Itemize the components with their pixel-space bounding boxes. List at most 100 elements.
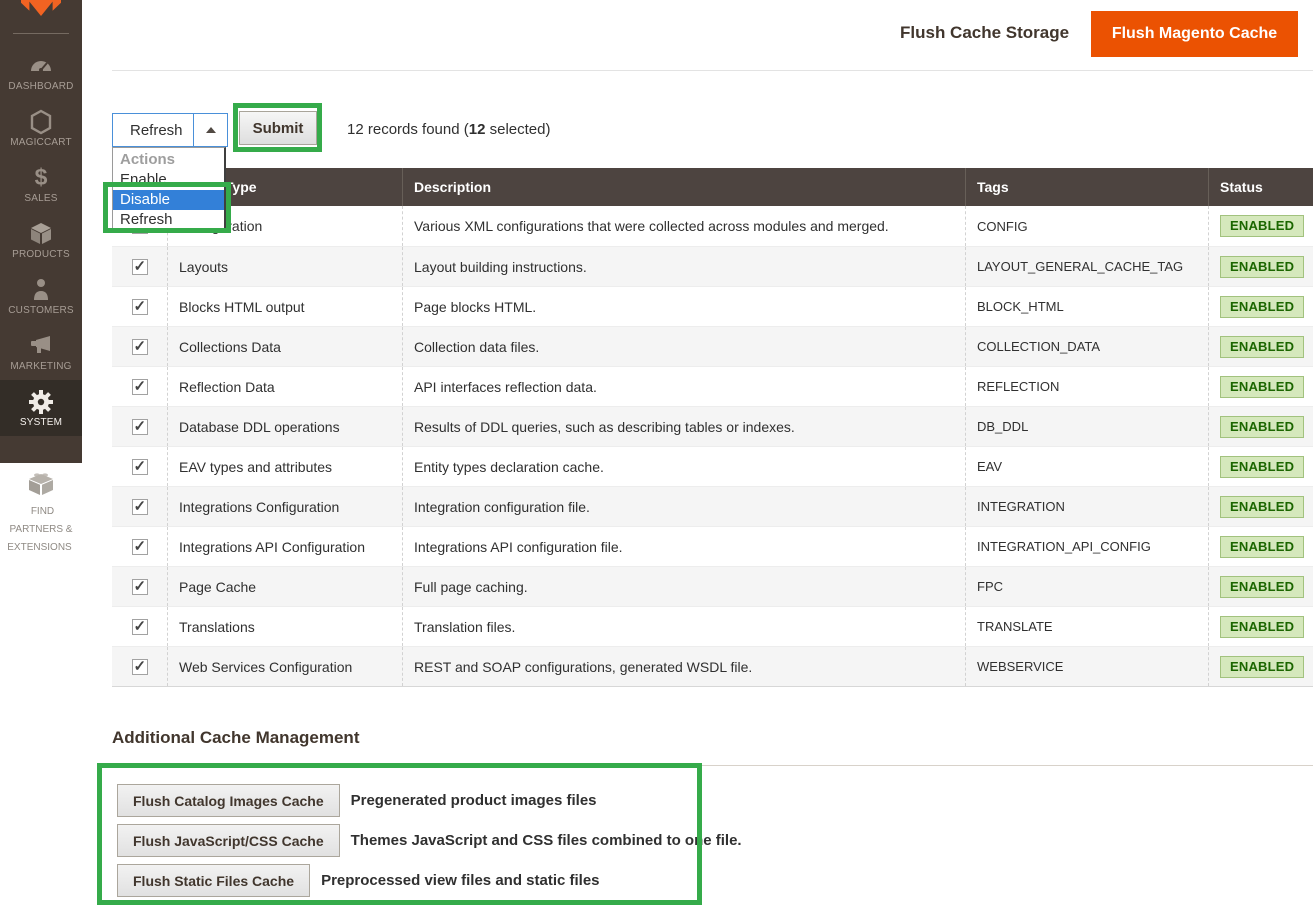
flush-static-files-button[interactable]: Flush Static Files Cache [117,864,310,897]
sidebar-item-products[interactable]: PRODUCTS [0,212,82,268]
row-checkbox[interactable] [132,299,148,315]
dropdown-group-label: Actions [113,150,224,170]
person-icon [2,277,80,301]
magento-logo[interactable] [21,0,61,16]
cache-type-cell: Page Cache [167,567,402,606]
box-icon [2,221,80,245]
cache-type-cell: Integrations API Configuration [167,527,402,566]
table-row: Integrations Configuration Integration c… [112,486,1313,526]
sidebar-item-dashboard[interactable]: DASHBOARD [0,44,82,100]
gear-icon [2,389,80,413]
tags-cell: CONFIG [965,206,1208,246]
dollar-icon: $ [2,165,80,189]
dropdown-option-disable[interactable]: Disable [113,190,224,210]
flush-static-files-row: Flush Static Files Cache Preprocessed vi… [117,864,600,897]
sidebar-item-label: CUSTOMERS [2,305,80,316]
row-checkbox[interactable] [132,259,148,275]
column-header-status[interactable]: Status [1208,168,1313,206]
flush-catalog-images-description: Pregenerated product images files [351,792,597,809]
row-checkbox[interactable] [132,579,148,595]
tags-cell: BLOCK_HTML [965,287,1208,326]
submit-button[interactable]: Submit [239,111,317,145]
cache-type-cell: Database DDL operations [167,407,402,446]
row-checkbox[interactable] [132,379,148,395]
description-cell: Entity types declaration cache. [402,447,965,486]
sidebar-menu: DASHBOARD MAGICCART $ SALES PRODUCTS CUS… [0,44,82,436]
table-row: Translations Translation files. TRANSLAT… [112,606,1313,646]
description-cell: Layout building instructions. [402,247,965,286]
table-row: Reflection Data API interfaces reflectio… [112,366,1313,406]
admin-sidebar: DASHBOARD MAGICCART $ SALES PRODUCTS CUS… [0,0,82,463]
status-badge: ENABLED [1220,536,1304,558]
sidebar-item-label: SYSTEM [2,417,80,428]
flush-js-css-description: Themes JavaScript and CSS files combined… [351,832,742,849]
tags-cell: TRANSLATE [965,607,1208,646]
sidebar-item-label: MAGICCART [2,137,80,148]
status-badge: ENABLED [1220,215,1304,237]
row-checkbox[interactable] [132,499,148,515]
section-divider [690,765,1313,766]
cache-type-cell: Collections Data [167,327,402,366]
status-badge: ENABLED [1220,296,1304,318]
status-badge: ENABLED [1220,336,1304,358]
description-cell: Collection data files. [402,327,965,366]
column-header-description[interactable]: Description [402,168,965,206]
row-checkbox[interactable] [132,619,148,635]
header-divider [112,70,1313,71]
sidebar-item-system[interactable]: SYSTEM [0,380,82,436]
description-cell: Translation files. [402,607,965,646]
tags-cell: WEBSERVICE [965,647,1208,686]
tags-cell: COLLECTION_DATA [965,327,1208,366]
row-checkbox[interactable] [132,539,148,555]
sidebar-item-find-partners[interactable]: FIND PARTNERS & EXTENSIONS [0,470,82,555]
tags-cell: EAV [965,447,1208,486]
status-badge: ENABLED [1220,576,1304,598]
sidebar-item-magiccart[interactable]: MAGICCART [0,100,82,156]
flush-js-css-button[interactable]: Flush JavaScript/CSS Cache [117,824,340,857]
tags-cell: INTEGRATION_API_CONFIG [965,527,1208,566]
column-header-tags[interactable]: Tags [965,168,1208,206]
tags-cell: FPC [965,567,1208,606]
table-row: Blocks HTML output Page blocks HTML. BLO… [112,286,1313,326]
row-checkbox[interactable] [132,339,148,355]
description-cell: REST and SOAP configurations, generated … [402,647,965,686]
sidebar-item-customers[interactable]: CUSTOMERS [0,268,82,324]
sidebar-item-sales[interactable]: $ SALES [0,156,82,212]
cache-table-body: Configuration Various XML configurations… [112,206,1313,686]
sidebar-item-marketing[interactable]: MARKETING [0,324,82,380]
megaphone-icon [2,333,80,357]
flush-magento-cache-button[interactable]: Flush Magento Cache [1091,11,1298,57]
additional-cache-title: Additional Cache Management [112,728,359,748]
dropdown-option-refresh[interactable]: Refresh [113,210,224,230]
flush-catalog-images-row: Flush Catalog Images Cache Pregenerated … [117,784,597,817]
select-arrow-button[interactable] [193,114,227,146]
table-row: Page Cache Full page caching. FPC ENABLE… [112,566,1313,606]
table-row: Collections Data Collection data files. … [112,326,1313,366]
row-checkbox[interactable] [132,459,148,475]
row-checkbox[interactable] [132,659,148,675]
selected-count: 12 [469,121,486,138]
table-row: Configuration Various XML configurations… [112,206,1313,246]
cache-type-cell: Integrations Configuration [167,487,402,526]
mass-action-selected-value: Refresh [113,114,193,146]
status-badge: ENABLED [1220,656,1304,678]
sidebar-item-label: PRODUCTS [2,249,80,260]
tags-cell: INTEGRATION [965,487,1208,526]
dropdown-option-enable[interactable]: Enable [113,170,224,190]
cache-grid-header: Cache Type Description Tags Status [112,168,1313,206]
table-row: Integrations API Configuration Integrati… [112,526,1313,566]
brick-icon [0,470,82,496]
description-cell: Integration configuration file. [402,487,965,526]
flush-static-files-description: Preprocessed view files and static files [321,872,599,889]
flush-js-css-row: Flush JavaScript/CSS Cache Themes JavaSc… [117,824,742,857]
cache-type-cell: Translations [167,607,402,646]
mass-action-select[interactable]: Refresh [112,113,228,147]
cache-type-cell: Layouts [167,247,402,286]
status-badge: ENABLED [1220,416,1304,438]
tags-cell: DB_DDL [965,407,1208,446]
flush-catalog-images-button[interactable]: Flush Catalog Images Cache [117,784,340,817]
status-badge: ENABLED [1220,456,1304,478]
flush-cache-storage-button[interactable]: Flush Cache Storage [900,23,1069,43]
table-row: Database DDL operations Results of DDL q… [112,406,1313,446]
row-checkbox[interactable] [132,419,148,435]
